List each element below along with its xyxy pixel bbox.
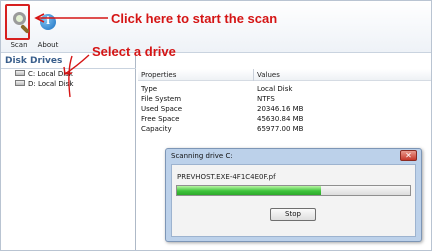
close-icon[interactable]: ✕	[400, 150, 417, 161]
table-row: Free Space 45630.84 MB	[138, 114, 431, 124]
drive-label: C: Local Disk	[28, 70, 73, 78]
toolbar: Scan i About	[1, 1, 431, 53]
info-icon: i	[40, 14, 56, 30]
property-value: 45630.84 MB	[257, 115, 304, 123]
column-header-values[interactable]: Values	[257, 71, 280, 79]
drive-label: D: Local Disk	[28, 80, 74, 88]
table-header: Properties Values	[138, 69, 431, 81]
property-value: 65977.00 MB	[257, 125, 304, 133]
scan-label: Scan	[10, 41, 28, 49]
property-key: File System	[141, 95, 182, 103]
pane-divider	[1, 68, 136, 69]
property-value: NTFS	[257, 95, 275, 103]
table-row: Type Local Disk	[138, 84, 431, 94]
dialog-body: PREVHOST.EXE-4F1C4E0F.pf Stop	[171, 164, 416, 237]
progress-fill	[177, 186, 322, 195]
property-value: Local Disk	[257, 85, 293, 93]
column-divider[interactable]	[253, 69, 254, 81]
pane-title: Disk Drives	[5, 56, 63, 66]
scan-highlight	[5, 4, 30, 40]
progress-bar	[176, 185, 411, 196]
scan-annotation: Click here to start the scan	[111, 11, 278, 26]
column-header-properties[interactable]: Properties	[141, 71, 176, 79]
drive-annotation: Select a drive	[92, 44, 176, 59]
stop-button[interactable]: Stop	[270, 208, 316, 221]
app-window: Scan i About Disk Drives C: Local Disk D…	[0, 0, 432, 251]
about-label: About	[37, 41, 59, 49]
table-row: Used Space 20346.16 MB	[138, 104, 431, 114]
drive-item-d[interactable]: D: Local Disk	[15, 80, 73, 88]
property-key: Capacity	[141, 125, 172, 133]
drive-item-c[interactable]: C: Local Disk	[15, 70, 73, 78]
about-button[interactable]: i About	[33, 4, 63, 50]
property-key: Type	[141, 85, 158, 93]
drives-pane: Disk Drives C: Local Disk D: Local Disk	[1, 54, 136, 250]
scan-progress-dialog: Scanning drive C: ✕ PREVHOST.EXE-4F1C4E0…	[165, 148, 422, 242]
property-key: Free Space	[141, 115, 180, 123]
table-row: File System NTFS	[138, 94, 431, 104]
table-row: Capacity 65977.00 MB	[138, 124, 431, 134]
property-value: 20346.16 MB	[257, 105, 304, 113]
current-file-label: PREVHOST.EXE-4F1C4E0F.pf	[177, 173, 276, 181]
hard-drive-icon	[15, 80, 25, 86]
property-key: Used Space	[141, 105, 183, 113]
dialog-title: Scanning drive C:	[171, 152, 233, 160]
magnifier-handle	[20, 24, 30, 34]
scan-button[interactable]: Scan	[4, 4, 34, 50]
hard-drive-icon	[15, 70, 25, 76]
magnifier-icon	[13, 12, 26, 25]
